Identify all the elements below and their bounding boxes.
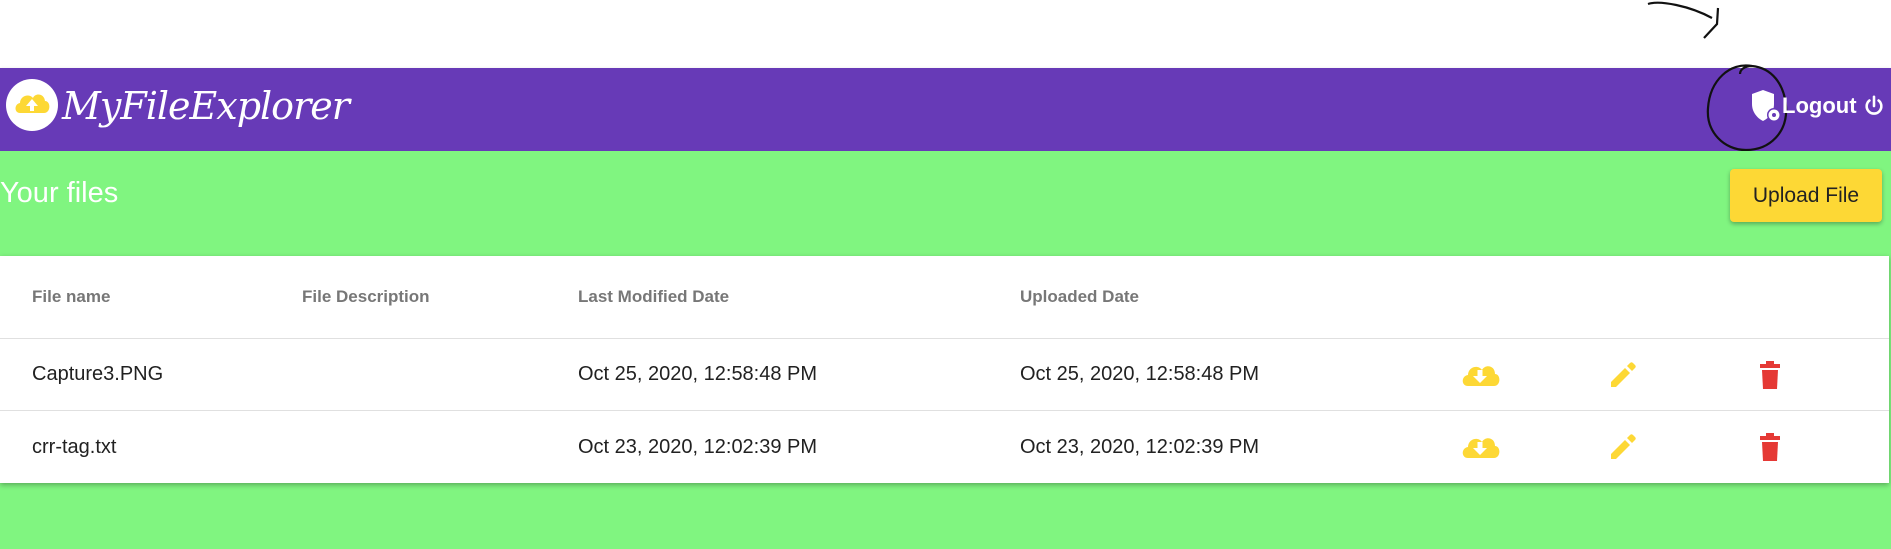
column-header-last-modified[interactable]: Last Modified Date bbox=[578, 256, 729, 338]
cloud-download-icon bbox=[1462, 365, 1500, 386]
main-content: Your files Upload File File name File De… bbox=[0, 151, 1891, 549]
edit-button[interactable] bbox=[1608, 339, 1638, 410]
file-name-cell: crr-tag.txt bbox=[32, 435, 117, 458]
download-button[interactable] bbox=[1460, 411, 1500, 483]
file-name-cell: Capture3.PNG bbox=[32, 363, 164, 385]
table-row: Capture3.PNG Oct 25, 2020, 12:58:48 PM O… bbox=[0, 339, 1889, 411]
app-logo[interactable] bbox=[6, 79, 58, 131]
download-button[interactable] bbox=[1460, 339, 1500, 410]
uploaded-date-cell: Oct 25, 2020, 12:58:48 PM bbox=[1020, 363, 1260, 385]
app-header: MyFileExplorer Logout bbox=[0, 64, 1891, 152]
cloud-download-icon bbox=[1462, 438, 1500, 458]
column-header-uploaded-date[interactable]: Uploaded Date bbox=[1020, 256, 1139, 338]
app-title: MyFileExplorer bbox=[62, 84, 350, 128]
delete-button[interactable] bbox=[1758, 339, 1782, 410]
column-header-file-name[interactable]: File name bbox=[32, 256, 110, 338]
pencil-icon bbox=[1611, 361, 1636, 387]
cloud-upload-icon bbox=[15, 94, 50, 113]
annotation-arrow-scribble bbox=[1647, 1, 1720, 39]
table-row: crr-tag.txt Oct 23, 2020, 12:02:39 PM Oc… bbox=[0, 411, 1889, 483]
pencil-icon bbox=[1611, 434, 1636, 459]
last-modified-cell: Oct 25, 2020, 12:58:48 PM bbox=[578, 363, 818, 385]
last-modified-cell: Oct 23, 2020, 12:02:39 PM bbox=[578, 435, 818, 458]
trash-icon bbox=[1760, 433, 1780, 461]
power-icon bbox=[1864, 95, 1883, 115]
page-title: Your files bbox=[0, 177, 119, 209]
annotation-area bbox=[0, 0, 1891, 68]
table-header-row: File name File Description Last Modified… bbox=[0, 256, 1889, 339]
delete-button[interactable] bbox=[1758, 411, 1782, 483]
edit-button[interactable] bbox=[1608, 411, 1638, 483]
column-header-file-description[interactable]: File Description bbox=[302, 256, 430, 338]
logout-label: Logout bbox=[1782, 93, 1857, 118]
trash-icon bbox=[1760, 360, 1780, 389]
files-table: File name File Description Last Modified… bbox=[0, 256, 1889, 483]
uploaded-date-cell: Oct 23, 2020, 12:02:39 PM bbox=[1020, 435, 1260, 458]
logout-button[interactable]: Logout bbox=[1782, 86, 1885, 126]
upload-file-button[interactable]: Upload File bbox=[1730, 169, 1882, 222]
